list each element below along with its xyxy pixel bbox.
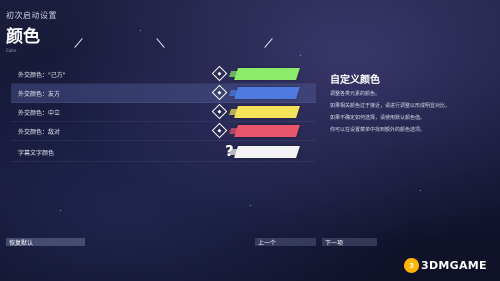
background-star (420, 190, 421, 191)
color-swatch-self[interactable] (234, 68, 300, 80)
next-button[interactable]: 下一项 (322, 238, 377, 247)
diamond-icon: ◆ (211, 103, 228, 120)
diamond-icon: ◆ (211, 122, 228, 139)
color-row-neutral[interactable]: 外交颜色：中立 ◆ (11, 103, 316, 122)
color-swatch-friendly[interactable] (234, 87, 300, 99)
color-swatch-hostile[interactable] (234, 125, 300, 137)
page-title: 颜色 (6, 27, 40, 47)
watermark-badge: 3 (404, 258, 419, 273)
reset-defaults-button[interactable]: 恢复默认 (6, 238, 85, 247)
page-header: 初次启动设置 颜色 Color (6, 10, 57, 53)
color-row-label: 外交颜色：中立 (18, 109, 61, 117)
color-row-subtitle-text[interactable]: 字幕文字颜色 ? (11, 142, 316, 162)
color-row-label: 字幕文字颜色 (18, 149, 55, 157)
info-text: 调整各类元素的颜色。 (330, 91, 381, 97)
color-row-label: 外交颜色：友方 (18, 90, 61, 98)
color-row-hostile[interactable]: 外交颜色：敌对 ◆ (11, 122, 316, 141)
page-subtitle: 初次启动设置 (6, 11, 57, 20)
color-row-label: 外交颜色：敌对 (18, 128, 61, 136)
decorative-slash (156, 38, 165, 48)
info-text: 如果相关颜色过于接近，请进行调整以形成明显对比。 (330, 103, 451, 109)
color-row-self[interactable]: 外交颜色："己方" ◆ (11, 65, 316, 84)
watermark-text: 3DMGAME (421, 259, 487, 272)
decorative-slash (74, 38, 83, 48)
background-star (250, 205, 251, 206)
diamond-icon: ◆ (211, 65, 228, 82)
color-row-friendly[interactable]: 外交颜色：友方 ◆ (11, 84, 316, 103)
diamond-icon: ◆ (211, 84, 228, 101)
color-row-label: 外交颜色："己方" (18, 71, 66, 79)
previous-button[interactable]: 上一个 (255, 238, 316, 247)
color-swatch-neutral[interactable] (234, 106, 300, 118)
background-star (60, 210, 61, 211)
color-swatch-subtitle[interactable] (234, 146, 300, 158)
background-star (140, 30, 141, 31)
info-panel: 自定义颜色 调整各类元素的颜色。 如果相关颜色过于接近，请进行调整以形成明显对比… (330, 71, 490, 134)
background-star (300, 55, 301, 56)
info-text: 你可以在设置菜单中找到额外的颜色选项。 (330, 127, 426, 133)
page-title-caption: Color (6, 48, 17, 53)
watermark-logo: 3 3DMGAME (404, 258, 487, 273)
decorative-slash (264, 38, 273, 48)
info-title: 自定义颜色 (330, 75, 380, 86)
info-text: 如果不确定如何选择，请使用默认颜色值。 (330, 115, 426, 121)
color-settings-list: 外交颜色："己方" ◆ 外交颜色：友方 ◆ 外交颜色：中立 ◆ 外交颜色：敌对 … (11, 65, 316, 172)
